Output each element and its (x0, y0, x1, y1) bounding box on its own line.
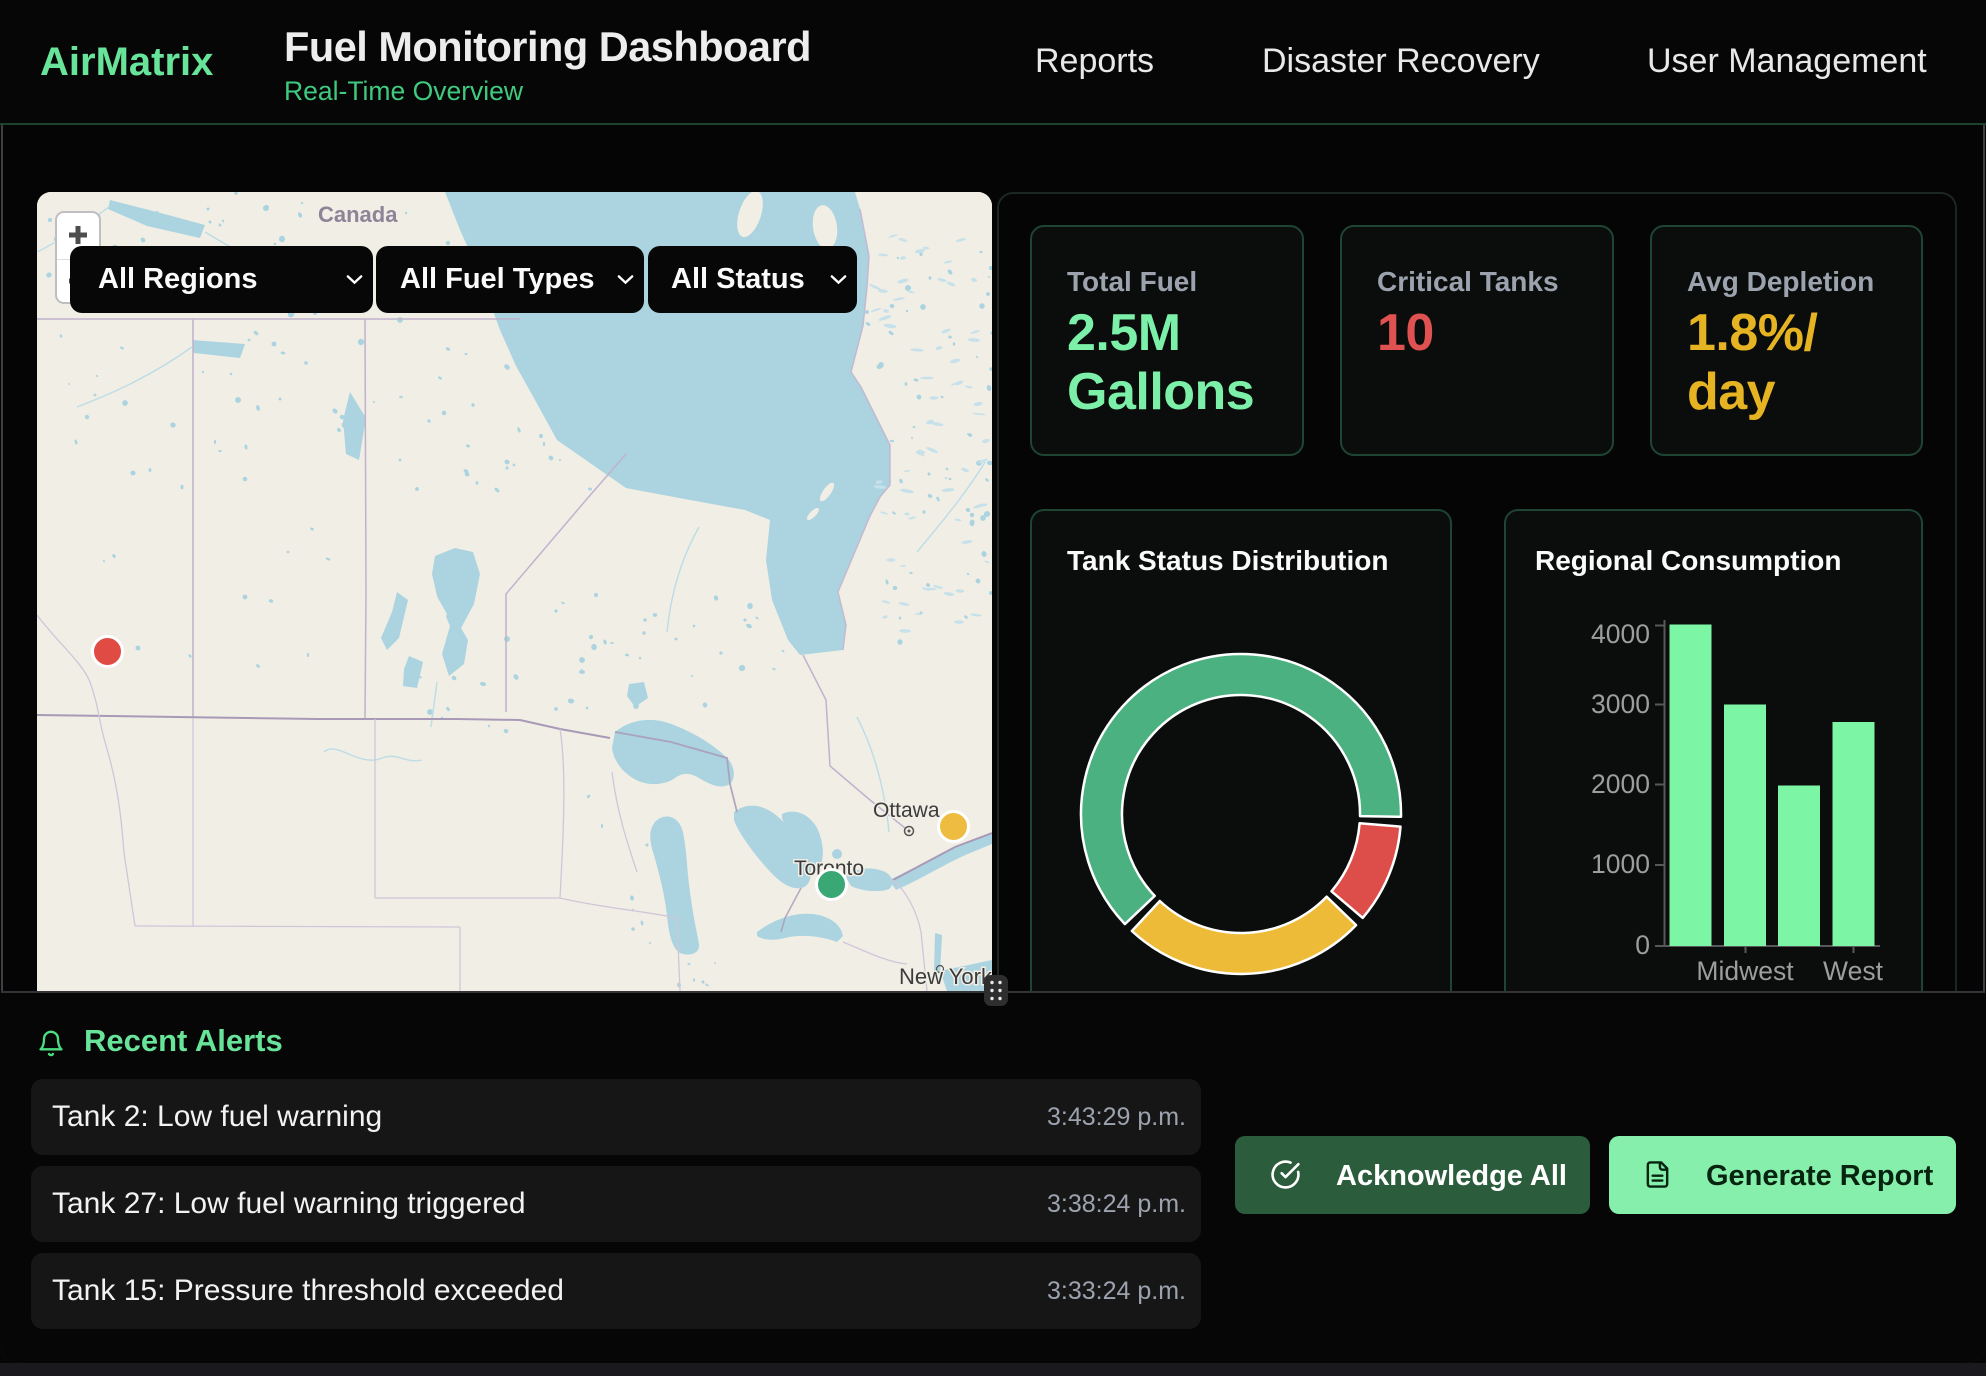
svg-text:Canada: Canada (318, 202, 398, 227)
svg-text:New York: New York (899, 964, 992, 989)
svg-text:Midwest: Midwest (1696, 956, 1794, 986)
svg-text:2000: 2000 (1591, 769, 1650, 799)
svg-text:Ottawa: Ottawa (873, 799, 940, 822)
svg-text:4000: 4000 (1591, 619, 1650, 649)
svg-text:West: West (1823, 956, 1884, 986)
svg-text:1000: 1000 (1591, 849, 1650, 879)
svg-text:0: 0 (1635, 930, 1650, 960)
svg-text:3000: 3000 (1591, 689, 1650, 719)
